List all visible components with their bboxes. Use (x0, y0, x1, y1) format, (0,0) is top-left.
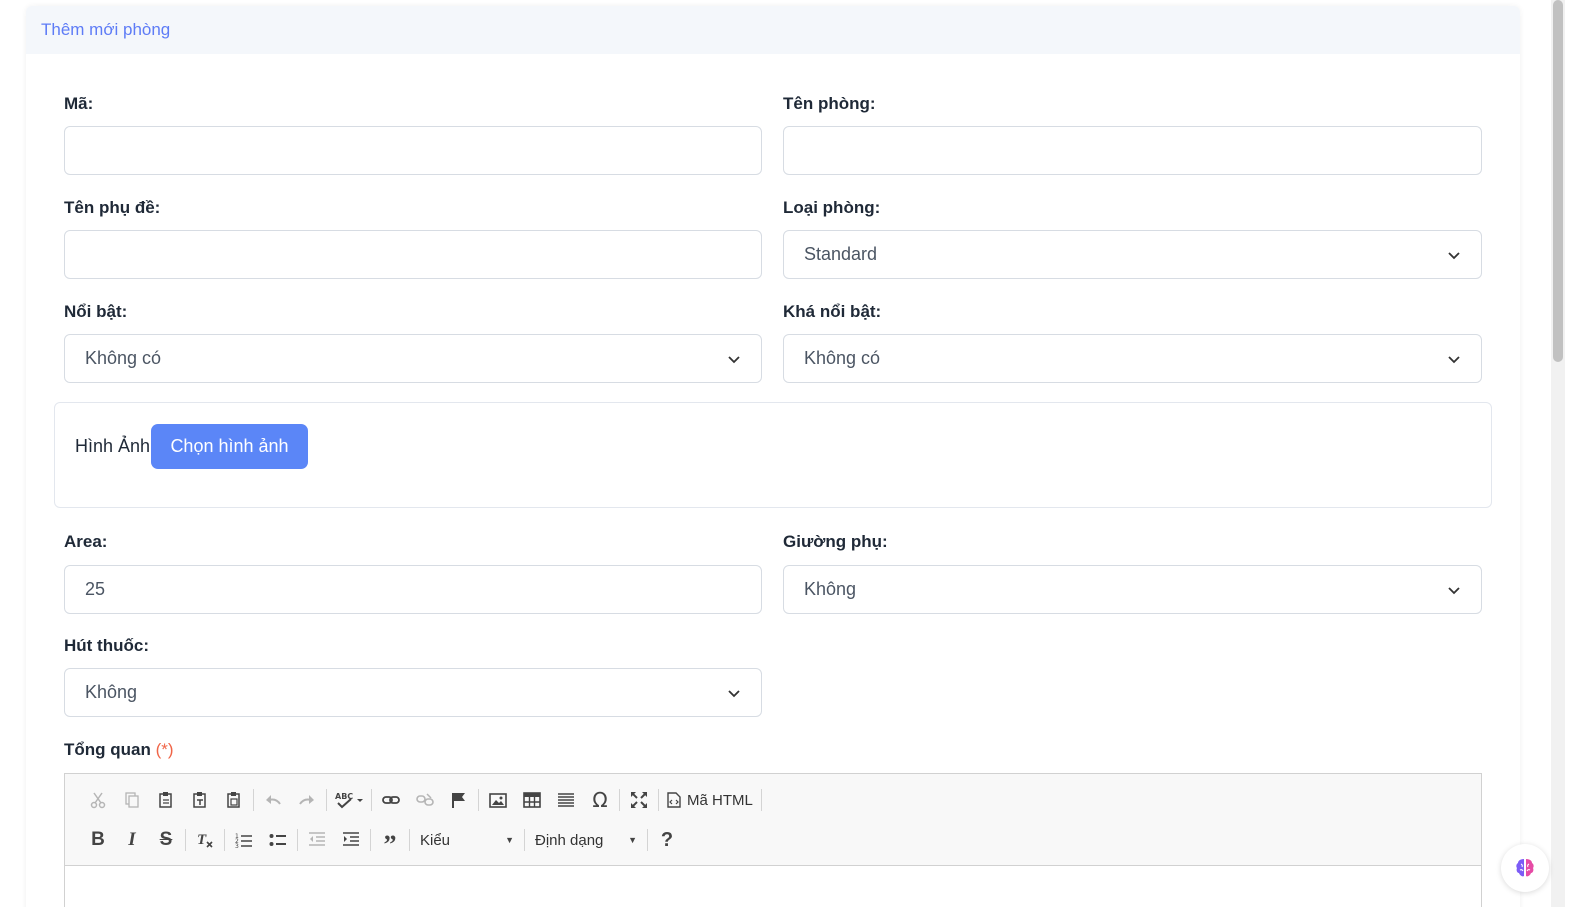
italic-icon[interactable]: I (115, 825, 149, 855)
toolbar-row-2: B I S T 123 ” Kiểu ▼ Định dạng ▼ ? (81, 825, 684, 860)
page-title: Thêm mới phòng (41, 20, 171, 39)
image-upload-box: Hình Ảnh Chọn hình ảnh (54, 402, 1492, 508)
editor-toolbar: ABC Ω Mã HTML B I S T 1 2 3 ” Kiểu ▼ Địn… (65, 774, 1481, 866)
toolbar-row-1: ABC Ω Mã HTML (81, 785, 764, 815)
semi-featured-label: Khá nổi bật: (783, 302, 882, 321)
chevron-down-icon (727, 686, 741, 700)
extra-bed-value: Không (804, 579, 857, 599)
featured-select[interactable]: Không có (64, 334, 762, 383)
remove-format-icon[interactable]: T (188, 825, 222, 855)
redo-icon[interactable] (290, 785, 324, 815)
required-marker: (*) (155, 740, 174, 759)
numbered-list-icon[interactable]: 123 (227, 825, 261, 855)
unlink-icon[interactable] (408, 785, 442, 815)
toolbar-separator (647, 829, 648, 851)
assistant-fab-button[interactable] (1501, 844, 1549, 892)
extra-bed-label: Giường phụ: (783, 532, 888, 551)
toolbar-separator (409, 829, 410, 851)
room-name-input[interactable] (783, 126, 1482, 175)
source-html-button[interactable]: Mã HTML (661, 785, 759, 815)
cut-icon[interactable] (81, 785, 115, 815)
help-icon[interactable]: ? (650, 825, 684, 855)
format-combo-label: Định dạng (535, 831, 604, 849)
format-combo[interactable]: Định dạng ▼ (527, 825, 645, 855)
image-icon[interactable] (481, 785, 515, 815)
paste-word-icon[interactable] (217, 785, 251, 815)
toolbar-separator (224, 829, 225, 851)
room-type-value: Standard (804, 244, 878, 264)
toolbar-separator (619, 789, 620, 811)
chevron-down-icon (1447, 583, 1461, 597)
style-combo[interactable]: Kiểu ▼ (412, 825, 522, 855)
chevron-down-icon (1447, 352, 1461, 366)
source-html-label: Mã HTML (687, 791, 753, 809)
svg-text:3: 3 (235, 843, 239, 849)
overview-label-text: Tổng quan (64, 740, 151, 759)
overview-editor: ABC Ω Mã HTML B I S T 1 2 3 ” Kiểu ▼ Địn… (64, 773, 1482, 907)
toolbar-separator (185, 829, 186, 851)
source-icon (667, 792, 681, 808)
brain-icon (1516, 859, 1534, 877)
table-icon[interactable] (515, 785, 549, 815)
toolbar-separator (760, 789, 762, 811)
style-combo-label: Kiểu (420, 831, 451, 849)
chevron-down-icon (1447, 248, 1461, 262)
featured-value: Không có (85, 348, 162, 368)
code-input[interactable] (64, 126, 762, 175)
horizontal-rule-icon[interactable] (549, 785, 583, 815)
toolbar-separator (371, 789, 372, 811)
bold-icon[interactable]: B (81, 825, 115, 855)
smoking-label: Hút thuốc: (64, 636, 149, 655)
image-label: Hình Ảnh (75, 436, 151, 456)
anchor-flag-icon[interactable] (442, 785, 476, 815)
spellcheck-icon[interactable]: ABC (329, 785, 369, 815)
room-type-select[interactable]: Standard (783, 230, 1482, 279)
semi-featured-select[interactable]: Không có (783, 334, 1482, 383)
area-label: Area: (64, 532, 108, 551)
area-value: 25 (85, 579, 106, 599)
copy-icon[interactable] (115, 785, 149, 815)
svg-text:T: T (197, 832, 207, 848)
page-scrollbar[interactable] (1551, 0, 1565, 907)
strikethrough-icon[interactable]: S (149, 825, 183, 855)
toolbar-separator (326, 789, 327, 811)
undo-icon[interactable] (256, 785, 290, 815)
toolbar-separator (297, 829, 298, 851)
paste-text-icon[interactable] (183, 785, 217, 815)
toolbar-separator (253, 789, 254, 811)
room-name-label: Tên phòng: (783, 94, 876, 113)
special-char-icon[interactable]: Ω (583, 785, 617, 815)
scrollbar-thumb[interactable] (1553, 0, 1563, 362)
outdent-icon[interactable] (300, 825, 334, 855)
semi-featured-value: Không có (804, 348, 881, 368)
toolbar-separator (524, 829, 525, 851)
smoking-value: Không (85, 682, 138, 702)
maximize-icon[interactable] (622, 785, 656, 815)
extra-bed-select[interactable]: Không (783, 565, 1482, 614)
dropdown-arrow-icon: ▼ (505, 835, 514, 845)
indent-icon[interactable] (334, 825, 368, 855)
toolbar-separator (658, 789, 659, 811)
bulleted-list-icon[interactable] (261, 825, 295, 855)
room-type-label: Loại phòng: (783, 198, 881, 217)
chevron-down-icon (727, 352, 741, 366)
paste-icon[interactable] (149, 785, 183, 815)
code-label: Mã: (64, 94, 94, 113)
choose-image-button[interactable]: Chọn hình ảnh (151, 424, 308, 469)
subtitle-input[interactable] (64, 230, 762, 279)
featured-label: Nổi bật: (64, 302, 128, 321)
toolbar-separator (370, 829, 371, 851)
link-icon[interactable] (374, 785, 408, 815)
toolbar-separator (478, 789, 479, 811)
area-input[interactable]: 25 (64, 565, 762, 614)
dropdown-arrow-icon: ▼ (628, 835, 637, 845)
smoking-select[interactable]: Không (64, 668, 762, 717)
blockquote-icon[interactable]: ” (373, 825, 407, 859)
overview-label: Tổng quan (*) (64, 740, 174, 760)
card-header: Thêm mới phòng (26, 6, 1520, 54)
subtitle-label: Tên phụ đề: (64, 198, 161, 217)
